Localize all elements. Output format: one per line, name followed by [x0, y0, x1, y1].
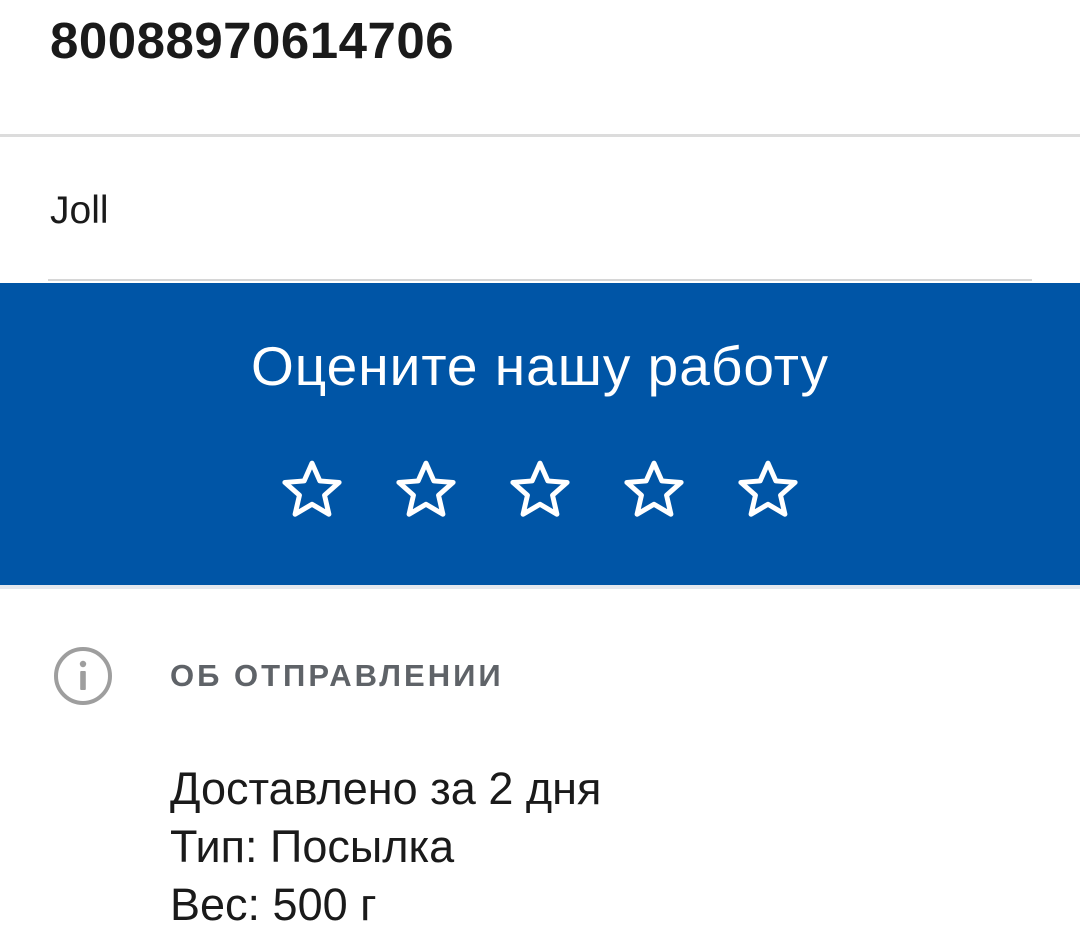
star-2-icon[interactable] — [391, 455, 461, 525]
tracking-details-screen: 80088970614706 Joll Оцените нашу работу — [0, 0, 1080, 951]
sender-divider — [48, 279, 1032, 281]
delivery-time-text: Доставлено за 2 дня — [170, 763, 602, 814]
star-3-icon[interactable] — [505, 455, 575, 525]
shipment-details: Доставлено за 2 дня Тип: Посылка Вес: 50… — [170, 760, 601, 934]
rate-title: Оцените нашу работу — [250, 335, 830, 397]
rate-our-work-banner: Оцените нашу работу — [0, 283, 1080, 585]
star-1-icon[interactable] — [277, 455, 347, 525]
sender-name: Joll — [50, 189, 109, 232]
parcel-weight-text: Вес: 500 г — [170, 879, 377, 930]
parcel-type-text: Тип: Посылка — [170, 821, 455, 872]
star-4-icon[interactable] — [619, 455, 689, 525]
shipment-section-title: ОБ ОТПРАВЛЕНИИ — [170, 658, 504, 693]
banner-shadow — [0, 585, 1080, 589]
star-rating[interactable] — [0, 455, 1080, 525]
header-divider — [0, 134, 1080, 137]
star-5-icon[interactable] — [733, 455, 803, 525]
info-icon — [54, 647, 112, 705]
tracking-number: 80088970614706 — [50, 12, 455, 69]
